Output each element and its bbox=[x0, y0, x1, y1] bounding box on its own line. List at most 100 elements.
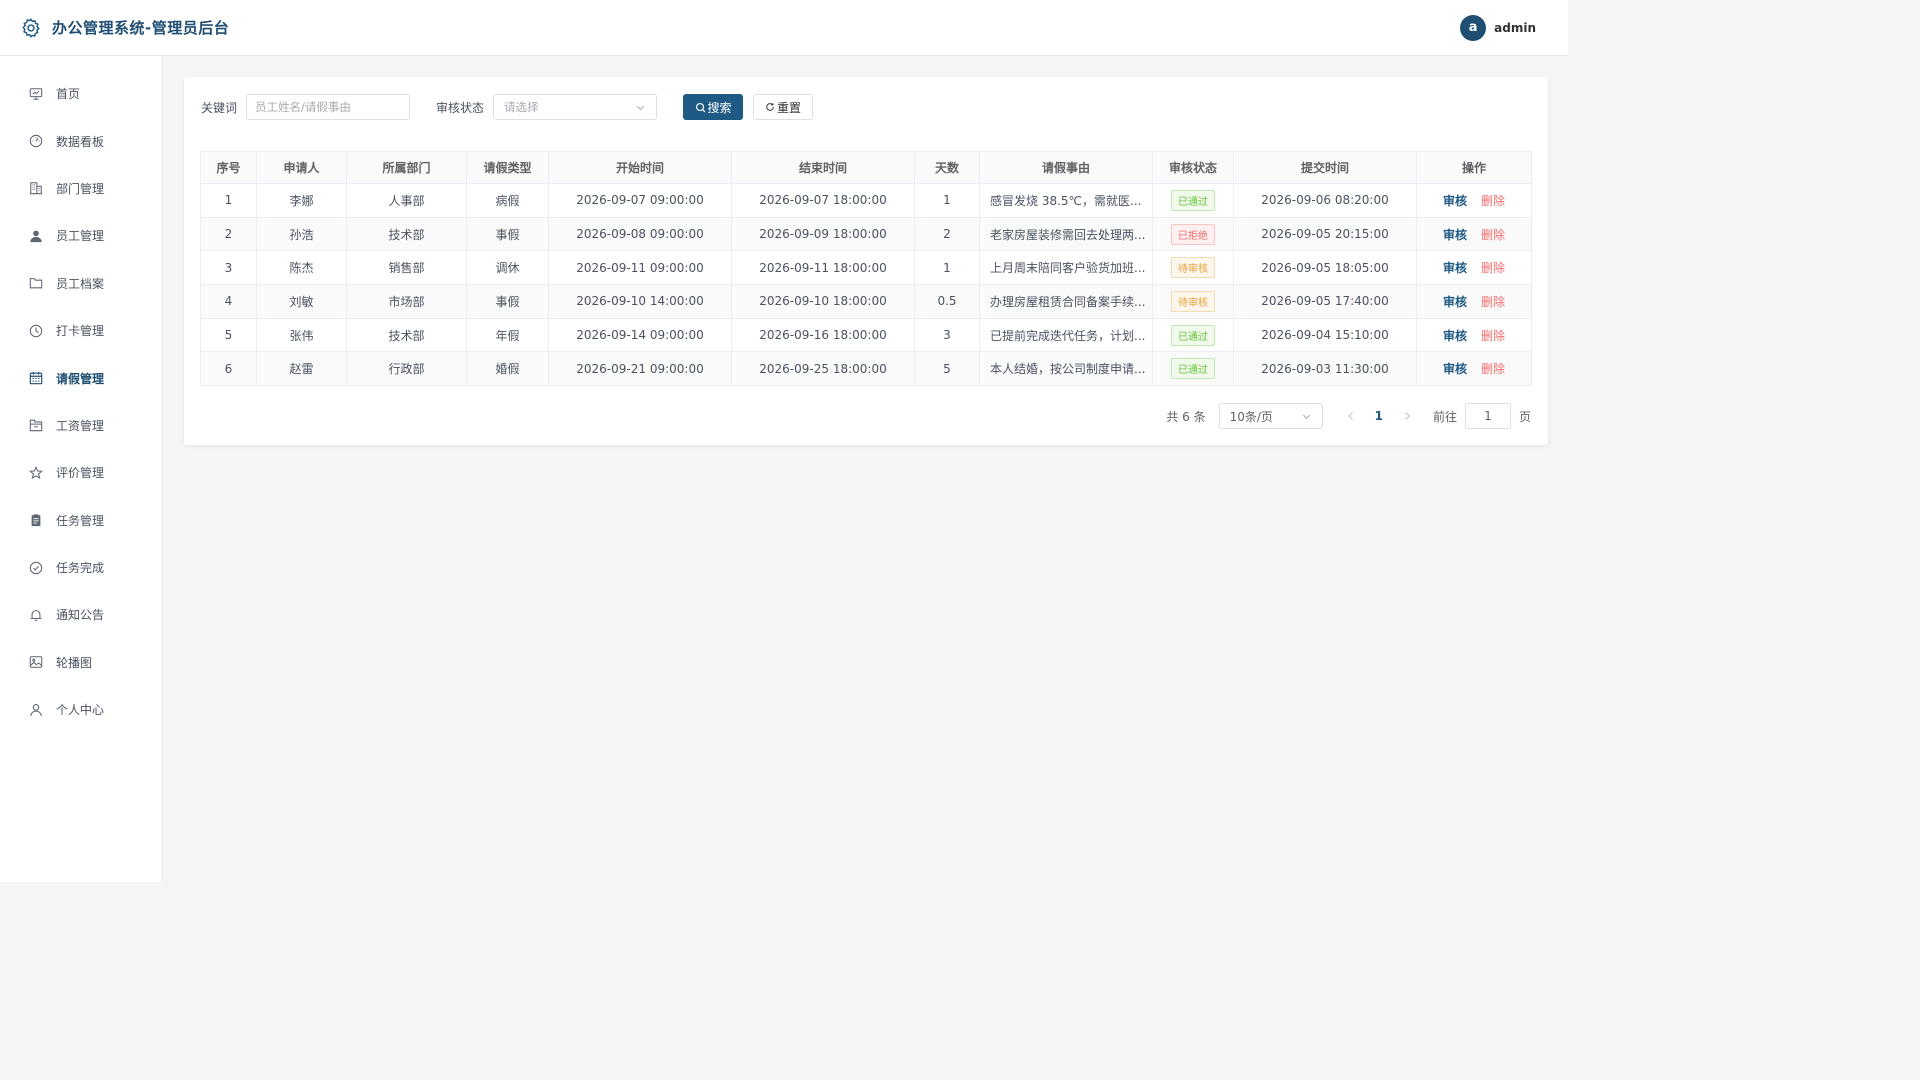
cell-no: 4 bbox=[200, 284, 257, 319]
refresh-icon bbox=[765, 102, 775, 112]
keyword-input[interactable]: 员工姓名/请假事由 bbox=[246, 94, 411, 120]
cell-end: 2026-09-16 18:00:00 bbox=[731, 317, 915, 353]
reset-button-label: 重置 bbox=[777, 100, 802, 115]
cell-status: 待审核 bbox=[1152, 284, 1234, 319]
sidebar-item-home[interactable]: 首页 bbox=[0, 70, 162, 117]
delete-link[interactable]: 删除 bbox=[1481, 228, 1505, 242]
cell-applicant: 陈杰 bbox=[256, 250, 347, 286]
cell-no: 1 bbox=[200, 183, 257, 218]
sidebar-item-task-complete[interactable]: 任务完成 bbox=[0, 544, 162, 591]
cell-submitted: 2026-09-04 15:10:00 bbox=[1233, 317, 1417, 353]
calendar-icon bbox=[29, 371, 43, 385]
status-placeholder: 请选择 bbox=[504, 100, 539, 114]
cell-reason: 老家房屋装修需回去处理两... bbox=[979, 216, 1153, 252]
sidebar-item-label: 工资管理 bbox=[56, 418, 105, 433]
cell-applicant: 李娜 bbox=[256, 183, 347, 218]
cell-days: 1 bbox=[914, 183, 980, 218]
page-size-select[interactable]: 10条/页 bbox=[1218, 403, 1323, 429]
cell-start: 2026-09-11 09:00:00 bbox=[548, 250, 732, 286]
audit-link[interactable]: 审核 bbox=[1443, 329, 1467, 343]
cell-applicant: 赵雷 bbox=[256, 351, 347, 387]
keyword-label: 关键词 bbox=[201, 100, 238, 115]
bell-icon bbox=[29, 608, 43, 622]
cell-end: 2026-09-09 18:00:00 bbox=[731, 216, 915, 252]
sidebar-item-department[interactable]: 部门管理 bbox=[0, 165, 162, 212]
sidebar-item-carousel[interactable]: 轮播图 bbox=[0, 639, 162, 686]
table-row: 2 孙浩 技术部 事假 2026-09-08 09:00:00 2026-09-… bbox=[200, 216, 1532, 252]
sidebar-item-salary[interactable]: 工资管理 bbox=[0, 402, 162, 449]
goto-page-input[interactable]: 1 bbox=[1464, 403, 1511, 429]
table-row: 3 陈杰 销售部 调休 2026-09-11 09:00:00 2026-09-… bbox=[200, 250, 1532, 286]
sidebar-item-leave[interactable]: 请假管理 bbox=[0, 354, 162, 401]
total-count: 共 6 条 bbox=[1166, 409, 1206, 424]
sidebar-item-label: 数据看板 bbox=[56, 134, 105, 149]
status-badge: 已通过 bbox=[1171, 324, 1215, 346]
table-header-row: 序号 申请人 所属部门 请假类型 开始时间 结束时间 天数 请假事由 审核状态 … bbox=[200, 151, 1532, 184]
column-header: 提交时间 bbox=[1233, 151, 1417, 184]
cell-status: 待审核 bbox=[1152, 250, 1234, 286]
cell-end: 2026-09-11 18:00:00 bbox=[731, 250, 915, 286]
status-badge: 已通过 bbox=[1171, 189, 1215, 211]
audit-link[interactable]: 审核 bbox=[1443, 228, 1467, 242]
table-row: 5 张伟 技术部 年假 2026-09-14 09:00:00 2026-09-… bbox=[200, 317, 1532, 353]
sidebar-item-label: 任务管理 bbox=[56, 513, 105, 528]
cell-start: 2026-09-14 09:00:00 bbox=[548, 317, 732, 353]
sidebar-item-label: 评价管理 bbox=[56, 466, 105, 481]
user-menu[interactable]: a admin bbox=[1460, 14, 1536, 41]
delete-link[interactable]: 删除 bbox=[1481, 329, 1505, 343]
sidebar-item-employee-archive[interactable]: 员工档案 bbox=[0, 260, 162, 307]
sidebar-item-employee[interactable]: 员工管理 bbox=[0, 212, 162, 259]
cell-dept: 技术部 bbox=[346, 216, 467, 252]
sidebar-item-notice[interactable]: 通知公告 bbox=[0, 591, 162, 638]
cell-submitted: 2026-09-06 08:20:00 bbox=[1233, 183, 1417, 218]
current-page[interactable]: 1 bbox=[1375, 409, 1383, 423]
audit-link[interactable]: 审核 bbox=[1443, 261, 1467, 275]
audit-link[interactable]: 审核 bbox=[1443, 362, 1467, 376]
sidebar-item-label: 首页 bbox=[56, 87, 81, 102]
sidebar-item-profile[interactable]: 个人中心 bbox=[0, 686, 162, 733]
cell-dept: 技术部 bbox=[346, 317, 467, 353]
delete-link[interactable]: 删除 bbox=[1481, 362, 1505, 376]
sidebar-item-dashboard[interactable]: 数据看板 bbox=[0, 117, 162, 164]
status-badge: 待审核 bbox=[1171, 257, 1215, 279]
table-row: 1 李娜 人事部 病假 2026-09-07 09:00:00 2026-09-… bbox=[200, 183, 1532, 218]
sidebar-item-evaluation[interactable]: 评价管理 bbox=[0, 449, 162, 496]
reset-button[interactable]: 重置 bbox=[753, 94, 814, 120]
star-icon bbox=[29, 465, 43, 480]
cell-status: 已通过 bbox=[1152, 351, 1234, 387]
cell-type: 婚假 bbox=[466, 351, 549, 387]
table-row: 6 赵雷 行政部 婚假 2026-09-21 09:00:00 2026-09-… bbox=[200, 351, 1532, 387]
delete-link[interactable]: 删除 bbox=[1481, 194, 1505, 208]
audit-link[interactable]: 审核 bbox=[1443, 295, 1467, 309]
status-select[interactable]: 请选择 bbox=[493, 94, 658, 120]
sidebar-item-label: 轮播图 bbox=[56, 655, 93, 670]
next-page-icon[interactable] bbox=[1401, 410, 1413, 422]
status-badge: 已通过 bbox=[1171, 358, 1215, 380]
cell-submitted: 2026-09-05 20:15:00 bbox=[1233, 216, 1417, 252]
column-header: 序号 bbox=[200, 151, 257, 184]
username[interactable]: admin bbox=[1494, 21, 1536, 35]
goto-page-value: 1 bbox=[1484, 409, 1492, 423]
delete-link[interactable]: 删除 bbox=[1481, 261, 1505, 275]
status-badge: 待审核 bbox=[1171, 290, 1215, 312]
cell-actions: 审核 删除 bbox=[1416, 250, 1532, 286]
building-icon bbox=[29, 181, 43, 195]
cell-days: 2 bbox=[914, 216, 980, 252]
top-header: 办公管理系统-管理员后台 a admin bbox=[0, 0, 1568, 56]
sidebar-item-attendance[interactable]: 打卡管理 bbox=[0, 307, 162, 354]
folder-icon bbox=[29, 276, 43, 290]
sidebar-item-task[interactable]: 任务管理 bbox=[0, 497, 162, 544]
cell-actions: 审核 删除 bbox=[1416, 317, 1532, 353]
cell-days: 3 bbox=[914, 317, 980, 353]
clipboard-icon bbox=[29, 513, 43, 527]
search-button[interactable]: 搜索 bbox=[683, 94, 744, 120]
delete-link[interactable]: 删除 bbox=[1481, 295, 1505, 309]
cell-reason: 本人结婚，按公司制度申请... bbox=[979, 351, 1153, 387]
avatar[interactable]: a bbox=[1460, 14, 1487, 41]
picture-icon bbox=[29, 655, 43, 669]
cell-days: 0.5 bbox=[914, 284, 980, 319]
cell-days: 5 bbox=[914, 351, 980, 387]
audit-link[interactable]: 审核 bbox=[1443, 194, 1467, 208]
status-badge: 已拒绝 bbox=[1171, 223, 1215, 245]
prev-page-icon[interactable] bbox=[1345, 410, 1357, 422]
